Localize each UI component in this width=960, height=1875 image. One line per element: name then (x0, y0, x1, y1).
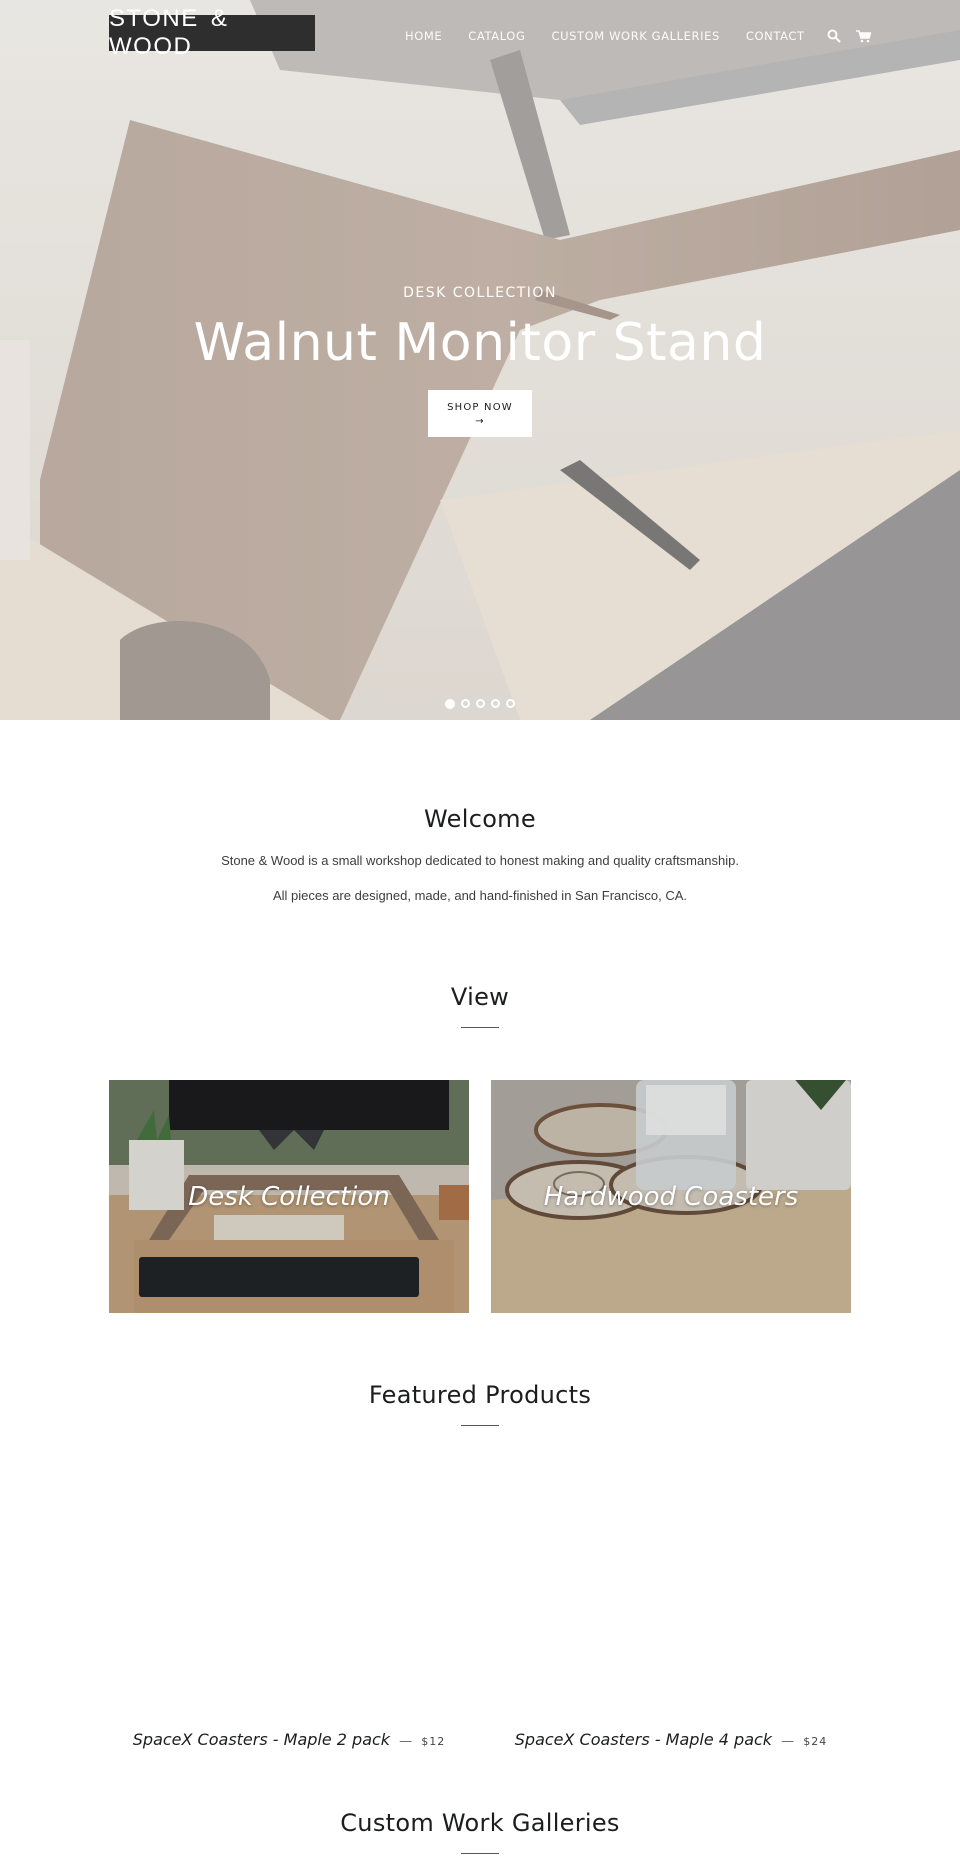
product-card[interactable]: SpaceX Coasters - Maple 2 pack — $12 (109, 1456, 469, 1749)
collection-label: Desk Collection (188, 1181, 390, 1212)
product-info: SpaceX Coasters - Maple 2 pack — $12 (109, 1730, 469, 1749)
section-divider (461, 1853, 499, 1854)
main-nav: HOME CATALOG CUSTOM WORK GALLERIES CONTA… (405, 26, 875, 46)
product-grid: SpaceX Coasters - Maple 2 pack — $12 Spa… (0, 1456, 960, 1749)
product-info: SpaceX Coasters - Maple 4 pack — $24 (491, 1730, 851, 1749)
slide-dot-3[interactable] (476, 699, 485, 708)
product-separator: — (781, 1734, 795, 1749)
arrow-right-icon: → (475, 416, 485, 428)
slide-dot-1[interactable] (445, 699, 455, 709)
product-title: SpaceX Coasters - Maple 4 pack (514, 1730, 773, 1749)
custom-work-galleries-section: Custom Work Galleries (0, 1809, 960, 1874)
nav-custom-work-galleries[interactable]: CUSTOM WORK GALLERIES (551, 29, 719, 43)
search-icon (827, 29, 841, 43)
product-image (491, 1456, 851, 1726)
view-title: View (450, 983, 510, 1011)
cart-icon (856, 29, 872, 42)
section-divider (461, 1425, 499, 1426)
slide-kicker: DESK COLLECTION (403, 285, 557, 301)
hero-slideshow: STONE & WOOD HOME CATALOG CUSTOM WORK GA… (0, 0, 960, 720)
shop-now-label: SHOP NOW (447, 402, 513, 414)
collection-label: Hardwood Coasters (543, 1181, 799, 1212)
welcome-paragraph: Stone & Wood is a small workshop dedicat… (221, 853, 739, 868)
nav-contact[interactable]: CONTACT (746, 29, 805, 43)
slide-dot-4[interactable] (491, 699, 500, 708)
product-price: $24 (803, 1735, 828, 1748)
collection-card-desk[interactable]: Desk Collection (109, 1080, 469, 1313)
product-card[interactable]: SpaceX Coasters - Maple 4 pack — $24 (491, 1456, 851, 1749)
shop-now-button[interactable]: SHOP NOW → (428, 390, 532, 438)
product-separator: — (399, 1734, 413, 1749)
section-divider (461, 1027, 499, 1028)
site-header: STONE & WOOD HOME CATALOG CUSTOM WORK GA… (0, 0, 960, 70)
featured-products-section: Featured Products SpaceX Coasters - Mapl… (0, 1381, 960, 1749)
featured-products-title: Featured Products (368, 1381, 592, 1409)
slide-dot-5[interactable] (506, 699, 515, 708)
welcome-section: Welcome Stone & Wood is a small workshop… (0, 720, 960, 903)
site-logo[interactable]: STONE & WOOD (109, 5, 315, 60)
slide-content: DESK COLLECTION Walnut Monitor Stand SHO… (0, 285, 960, 438)
slide-dot-2[interactable] (461, 699, 470, 708)
product-price: $12 (421, 1735, 446, 1748)
slide-title: Walnut Monitor Stand (193, 313, 767, 373)
product-title: SpaceX Coasters - Maple 2 pack (132, 1730, 391, 1749)
nav-home[interactable]: HOME (405, 29, 442, 43)
search-button[interactable] (823, 26, 845, 46)
cart-button[interactable] (853, 26, 875, 46)
slide-pagination (0, 699, 960, 709)
welcome-paragraph: All pieces are designed, made, and hand-… (272, 888, 688, 903)
view-section: View Desk Collection Hardwood Coasters (0, 983, 960, 1313)
custom-work-galleries-title: Custom Work Galleries (340, 1809, 620, 1837)
welcome-title: Welcome (424, 805, 536, 833)
collection-grid: Desk Collection Hardwood Coasters (0, 1080, 960, 1313)
nav-catalog[interactable]: CATALOG (468, 29, 525, 43)
collection-card-coasters[interactable]: Hardwood Coasters (491, 1080, 851, 1313)
product-image (109, 1456, 469, 1726)
